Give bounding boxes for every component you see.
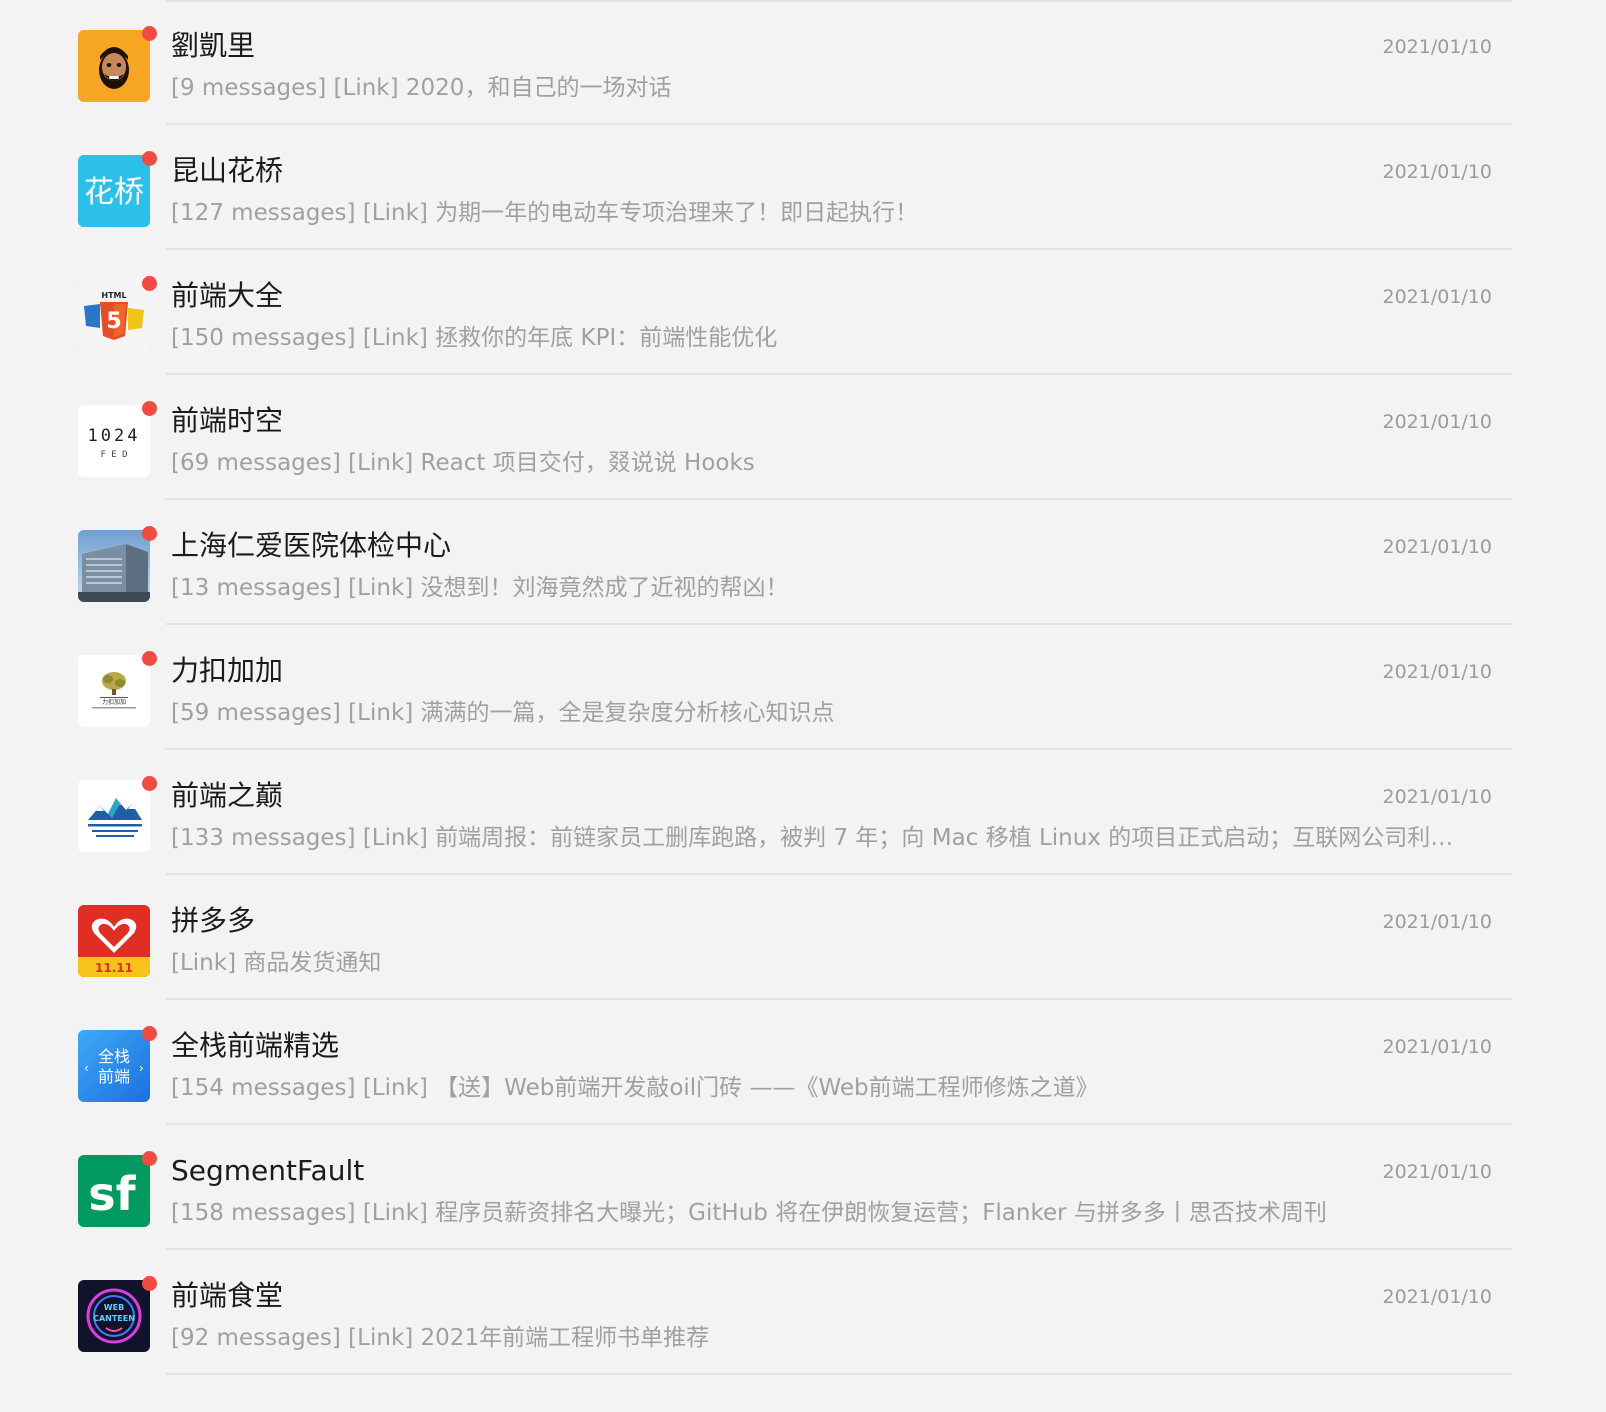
unread-badge [142,1276,157,1291]
quanzhan-qianduan-logo: 全栈 前端 ‹ › [78,1030,150,1102]
conversation-row-quanzhan-qianduan[interactable]: 全栈 前端 ‹ › 全栈前端精选 [154 messages] [Link] 【… [0,1000,1606,1125]
conversation-preview: [150 messages] [Link] 拯救你的年底 KPI：前端性能优化 [171,325,778,351]
bearded-man-cartoon-icon [78,30,150,102]
conversation-preview: [13 messages] [Link] 没想到！刘海竟然成了近视的帮凶！ [171,575,789,601]
conversation-name: 前端之巅 [171,779,284,812]
avatar-text: WEB [104,1303,124,1312]
conversation-date: 2021/01/10 [1382,1161,1492,1183]
web-canteen-neon-logo: WEB CANTEEN [78,1280,150,1352]
pinduoduo-logo: 11.11 [78,905,150,977]
conversation-name: 拼多多 [171,904,256,937]
avatar-text: 花桥 [84,175,144,210]
conversation-row-qianduan-shikong[interactable]: 1024 F E D 前端时空 [69 messages] [Link] Rea… [0,375,1606,500]
conversation-date: 2021/01/10 [1382,411,1492,433]
conversation-name: SegmentFault [171,1154,365,1187]
1024-fed-logo: 1024 F E D [78,405,150,477]
huaqiao-text-logo: 花桥 [78,155,150,227]
conversation-preview: [59 messages] [Link] 满满的一篇，全是复杂度分析核心知识点 [171,700,835,726]
conversation-row-kunshan-huaqiao[interactable]: 花桥 昆山花桥 [127 messages] [Link] 为期一年的电动车专项… [0,125,1606,250]
avatar-subtext: CANTEEN [93,1314,135,1323]
conversation-row-qianduan-shitang[interactable]: WEB CANTEEN 前端食堂 [92 messages] [Link] 20… [0,1250,1606,1375]
conversation-row-qianduan-zhidian[interactable]: 前端之巅 [133 messages] [Link] 前端周报：前链家员工删库跑… [0,750,1606,875]
conversation-row-qianduan-daquan[interactable]: HTML 5 前端大全 [150 messages] [Link] 拯救你的年底… [0,250,1606,375]
svg-text:›: › [139,1061,144,1075]
unread-badge [142,526,157,541]
unread-badge [142,151,157,166]
conversation-date: 2021/01/10 [1382,911,1492,933]
conversation-preview: [Link] 商品发货通知 [171,950,382,976]
conversation-preview: [92 messages] [Link] 2021年前端工程师书单推荐 [171,1325,710,1351]
row-divider [166,1373,1512,1375]
svg-text:‹: ‹ [84,1061,89,1075]
conversation-date: 2021/01/10 [1382,786,1492,808]
conversation-name: 前端大全 [171,279,284,312]
html5-css3-js-logo: HTML 5 [78,280,150,352]
unread-badge [142,1151,157,1166]
avatar-subtext: F E D [100,450,127,460]
avatar-text: HTML [101,291,126,300]
conversation-preview: [69 messages] [Link] React 项目交付，叕说说 Hook… [171,450,755,476]
conversation-date: 2021/01/10 [1382,1036,1492,1058]
unread-badge [142,401,157,416]
conversation-name: 全栈前端精选 [171,1029,340,1062]
conversation-row-pinduoduo[interactable]: 11.11 拼多多 [Link] 商品发货通知 2021/01/10 [0,875,1606,1000]
conversation-name: 前端时空 [171,404,284,437]
unread-badge [142,276,157,291]
avatar-text: 1024 [88,426,141,446]
conversation-date: 2021/01/10 [1382,1286,1492,1308]
svg-text:5: 5 [106,309,121,334]
conversation-row-liukaili[interactable]: 劉凱里 [9 messages] [Link] 2020，和自己的一场对话 20… [0,0,1606,125]
conversation-preview: [154 messages] [Link] 【送】Web前端开发敲oil门砖 —… [171,1075,1099,1101]
hospital-building-photo [78,530,150,602]
conversation-date: 2021/01/10 [1382,286,1492,308]
avatar-text: 11.11 [95,961,133,975]
conversation-name: 力扣加加 [171,654,284,687]
avatar-text: 全栈 [98,1047,130,1066]
conversation-date: 2021/01/10 [1382,36,1492,58]
conversation-date: 2021/01/10 [1382,661,1492,683]
conversation-row-segmentfault[interactable]: sf SegmentFault [158 messages] [Link] 程序… [0,1125,1606,1250]
conversation-name: 劉凱里 [171,29,256,62]
avatar-subtext: 前端 [98,1067,130,1086]
unread-badge [142,651,157,666]
conversation-row-shanghai-renai[interactable]: 上海仁爱医院体检中心 [13 messages] [Link] 没想到！刘海竟然… [0,500,1606,625]
conversation-date: 2021/01/10 [1382,536,1492,558]
conversation-preview: [158 messages] [Link] 程序员薪资排名大曝光；GitHub … [171,1200,1327,1226]
avatar-text: sf [88,1167,136,1221]
brain-tree-logo: 力扣加加 [78,655,150,727]
conversation-name: 前端食堂 [171,1279,284,1312]
unread-badge [142,1026,157,1041]
conversation-preview: [133 messages] [Link] 前端周报：前链家员工删库跑路，被判 … [171,825,1454,851]
conversation-preview: [9 messages] [Link] 2020，和自己的一场对话 [171,75,672,101]
conversation-date: 2021/01/10 [1382,161,1492,183]
conversation-name: 上海仁爱医院体检中心 [171,529,452,562]
conversation-list: 劉凱里 [9 messages] [Link] 2020，和自己的一场对话 20… [0,0,1606,1412]
conversation-row-likou-jiajia[interactable]: 力扣加加 力扣加加 [59 messages] [Link] 满满的一篇，全是复… [0,625,1606,750]
unread-badge [142,26,157,41]
mountain-peaks-logo [78,780,150,852]
conversation-name: 昆山花桥 [171,154,284,187]
conversation-preview: [127 messages] [Link] 为期一年的电动车专项治理来了！即日起… [171,200,919,226]
unread-badge [142,776,157,791]
avatar-text: 力扣加加 [102,698,126,706]
sf-logo: sf [78,1155,150,1227]
